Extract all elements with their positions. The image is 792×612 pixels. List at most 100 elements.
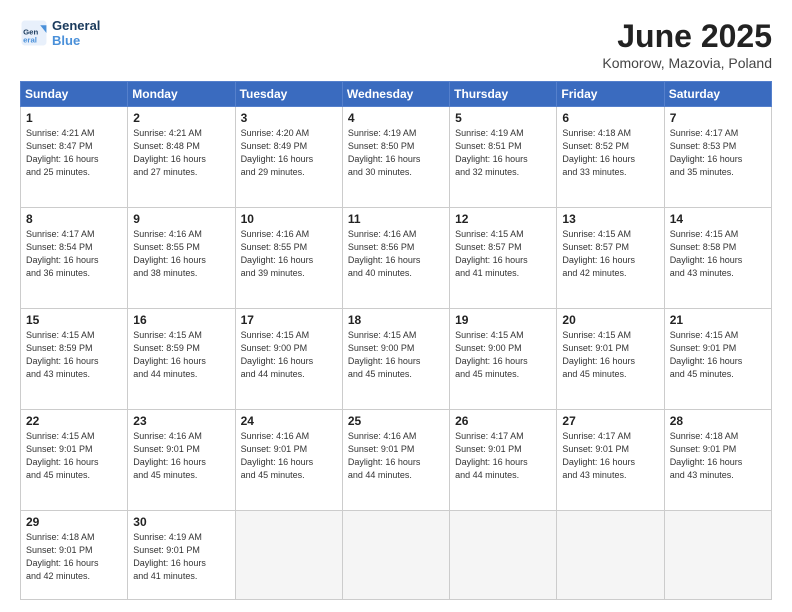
table-row: 25 Sunrise: 4:16 AM Sunset: 9:01 PM Dayli…	[342, 410, 449, 511]
day-info: Sunrise: 4:16 AM Sunset: 9:01 PM Dayligh…	[348, 430, 444, 482]
day-info: Sunrise: 4:16 AM Sunset: 8:55 PM Dayligh…	[133, 228, 229, 280]
table-row: 3 Sunrise: 4:20 AM Sunset: 8:49 PM Daylig…	[235, 107, 342, 208]
day-number: 11	[348, 212, 444, 226]
day-number: 30	[133, 515, 229, 529]
col-tuesday: Tuesday	[235, 82, 342, 107]
table-row: 5 Sunrise: 4:19 AM Sunset: 8:51 PM Daylig…	[450, 107, 557, 208]
day-number: 19	[455, 313, 551, 327]
col-sunday: Sunday	[21, 82, 128, 107]
day-info: Sunrise: 4:15 AM Sunset: 9:01 PM Dayligh…	[26, 430, 122, 482]
col-monday: Monday	[128, 82, 235, 107]
day-info: Sunrise: 4:15 AM Sunset: 9:00 PM Dayligh…	[241, 329, 337, 381]
table-row: 15Sunrise: 4:15 AM Sunset: 8:59 PM Dayli…	[21, 309, 128, 410]
table-row	[235, 511, 342, 600]
table-row: 19Sunrise: 4:15 AM Sunset: 9:00 PM Dayli…	[450, 309, 557, 410]
table-row: 8 Sunrise: 4:17 AM Sunset: 8:54 PM Daylig…	[21, 208, 128, 309]
day-number: 24	[241, 414, 337, 428]
table-row	[557, 511, 664, 600]
table-row: 26 Sunrise: 4:17 AM Sunset: 9:01 PM Dayli…	[450, 410, 557, 511]
col-friday: Friday	[557, 82, 664, 107]
logo: Gen eral General Blue	[20, 18, 100, 48]
table-row: 30 Sunrise: 4:19 AM Sunset: 9:01 PM Dayli…	[128, 511, 235, 600]
day-number: 14	[670, 212, 766, 226]
day-number: 13	[562, 212, 658, 226]
day-number: 12	[455, 212, 551, 226]
day-number: 1	[26, 111, 122, 125]
svg-text:eral: eral	[23, 35, 37, 44]
table-row: 23Sunrise: 4:16 AM Sunset: 9:01 PM Dayli…	[128, 410, 235, 511]
col-saturday: Saturday	[664, 82, 771, 107]
day-info: Sunrise: 4:16 AM Sunset: 9:01 PM Dayligh…	[241, 430, 337, 482]
day-info: Sunrise: 4:19 AM Sunset: 9:01 PM Dayligh…	[133, 531, 229, 583]
day-number: 18	[348, 313, 444, 327]
table-row: 17Sunrise: 4:15 AM Sunset: 9:00 PM Dayli…	[235, 309, 342, 410]
table-row: 9 Sunrise: 4:16 AM Sunset: 8:55 PM Daylig…	[128, 208, 235, 309]
page: Gen eral General Blue June 2025 Komorow,…	[0, 0, 792, 612]
day-info: Sunrise: 4:18 AM Sunset: 8:52 PM Dayligh…	[562, 127, 658, 179]
col-wednesday: Wednesday	[342, 82, 449, 107]
calendar-header-row: Sunday Monday Tuesday Wednesday Thursday…	[21, 82, 772, 107]
day-number: 20	[562, 313, 658, 327]
table-row: 29 Sunrise: 4:18 AM Sunset: 9:01 PM Dayli…	[21, 511, 128, 600]
table-row: 11Sunrise: 4:16 AM Sunset: 8:56 PM Dayli…	[342, 208, 449, 309]
table-row: 27 Sunrise: 4:17 AM Sunset: 9:01 PM Dayli…	[557, 410, 664, 511]
table-row: 28Sunrise: 4:18 AM Sunset: 9:01 PM Dayli…	[664, 410, 771, 511]
table-row: 12 Sunrise: 4:15 AM Sunset: 8:57 PM Dayli…	[450, 208, 557, 309]
day-info: Sunrise: 4:15 AM Sunset: 8:57 PM Dayligh…	[455, 228, 551, 280]
day-number: 5	[455, 111, 551, 125]
table-row: 2 Sunrise: 4:21 AM Sunset: 8:48 PM Daylig…	[128, 107, 235, 208]
month-title: June 2025	[602, 18, 772, 55]
day-info: Sunrise: 4:17 AM Sunset: 9:01 PM Dayligh…	[455, 430, 551, 482]
logo-icon: Gen eral	[20, 19, 48, 47]
location: Komorow, Mazovia, Poland	[602, 55, 772, 71]
table-row	[342, 511, 449, 600]
day-info: Sunrise: 4:15 AM Sunset: 9:01 PM Dayligh…	[670, 329, 766, 381]
day-number: 6	[562, 111, 658, 125]
day-info: Sunrise: 4:17 AM Sunset: 8:53 PM Dayligh…	[670, 127, 766, 179]
col-thursday: Thursday	[450, 82, 557, 107]
day-number: 29	[26, 515, 122, 529]
day-number: 16	[133, 313, 229, 327]
day-number: 27	[562, 414, 658, 428]
day-number: 21	[670, 313, 766, 327]
day-number: 22	[26, 414, 122, 428]
table-row: 10Sunrise: 4:16 AM Sunset: 8:55 PM Dayli…	[235, 208, 342, 309]
day-info: Sunrise: 4:18 AM Sunset: 9:01 PM Dayligh…	[26, 531, 122, 583]
day-info: Sunrise: 4:19 AM Sunset: 8:51 PM Dayligh…	[455, 127, 551, 179]
table-row: 4 Sunrise: 4:19 AM Sunset: 8:50 PM Daylig…	[342, 107, 449, 208]
logo-text: General Blue	[52, 18, 100, 48]
day-info: Sunrise: 4:15 AM Sunset: 8:58 PM Dayligh…	[670, 228, 766, 280]
table-row: 1 Sunrise: 4:21 AM Sunset: 8:47 PM Daylig…	[21, 107, 128, 208]
day-info: Sunrise: 4:15 AM Sunset: 8:57 PM Dayligh…	[562, 228, 658, 280]
table-row: 20 Sunrise: 4:15 AM Sunset: 9:01 PM Dayli…	[557, 309, 664, 410]
day-info: Sunrise: 4:21 AM Sunset: 8:48 PM Dayligh…	[133, 127, 229, 179]
table-row: 13 Sunrise: 4:15 AM Sunset: 8:57 PM Dayli…	[557, 208, 664, 309]
day-number: 10	[241, 212, 337, 226]
top-section: Gen eral General Blue June 2025 Komorow,…	[20, 18, 772, 71]
day-info: Sunrise: 4:15 AM Sunset: 8:59 PM Dayligh…	[133, 329, 229, 381]
day-number: 25	[348, 414, 444, 428]
day-info: Sunrise: 4:21 AM Sunset: 8:47 PM Dayligh…	[26, 127, 122, 179]
day-number: 2	[133, 111, 229, 125]
day-info: Sunrise: 4:15 AM Sunset: 9:01 PM Dayligh…	[562, 329, 658, 381]
day-number: 9	[133, 212, 229, 226]
table-row: 21 Sunrise: 4:15 AM Sunset: 9:01 PM Dayli…	[664, 309, 771, 410]
day-number: 3	[241, 111, 337, 125]
table-row: 14 Sunrise: 4:15 AM Sunset: 8:58 PM Dayli…	[664, 208, 771, 309]
day-number: 8	[26, 212, 122, 226]
title-section: June 2025 Komorow, Mazovia, Poland	[602, 18, 772, 71]
calendar-table: Sunday Monday Tuesday Wednesday Thursday…	[20, 81, 772, 600]
day-info: Sunrise: 4:17 AM Sunset: 8:54 PM Dayligh…	[26, 228, 122, 280]
table-row: 22 Sunrise: 4:15 AM Sunset: 9:01 PM Dayli…	[21, 410, 128, 511]
day-number: 26	[455, 414, 551, 428]
table-row: 6 Sunrise: 4:18 AM Sunset: 8:52 PM Daylig…	[557, 107, 664, 208]
day-number: 23	[133, 414, 229, 428]
day-info: Sunrise: 4:19 AM Sunset: 8:50 PM Dayligh…	[348, 127, 444, 179]
day-info: Sunrise: 4:15 AM Sunset: 8:59 PM Dayligh…	[26, 329, 122, 381]
day-info: Sunrise: 4:17 AM Sunset: 9:01 PM Dayligh…	[562, 430, 658, 482]
day-info: Sunrise: 4:20 AM Sunset: 8:49 PM Dayligh…	[241, 127, 337, 179]
day-info: Sunrise: 4:15 AM Sunset: 9:00 PM Dayligh…	[348, 329, 444, 381]
day-number: 4	[348, 111, 444, 125]
table-row: 16 Sunrise: 4:15 AM Sunset: 8:59 PM Dayli…	[128, 309, 235, 410]
table-row	[450, 511, 557, 600]
